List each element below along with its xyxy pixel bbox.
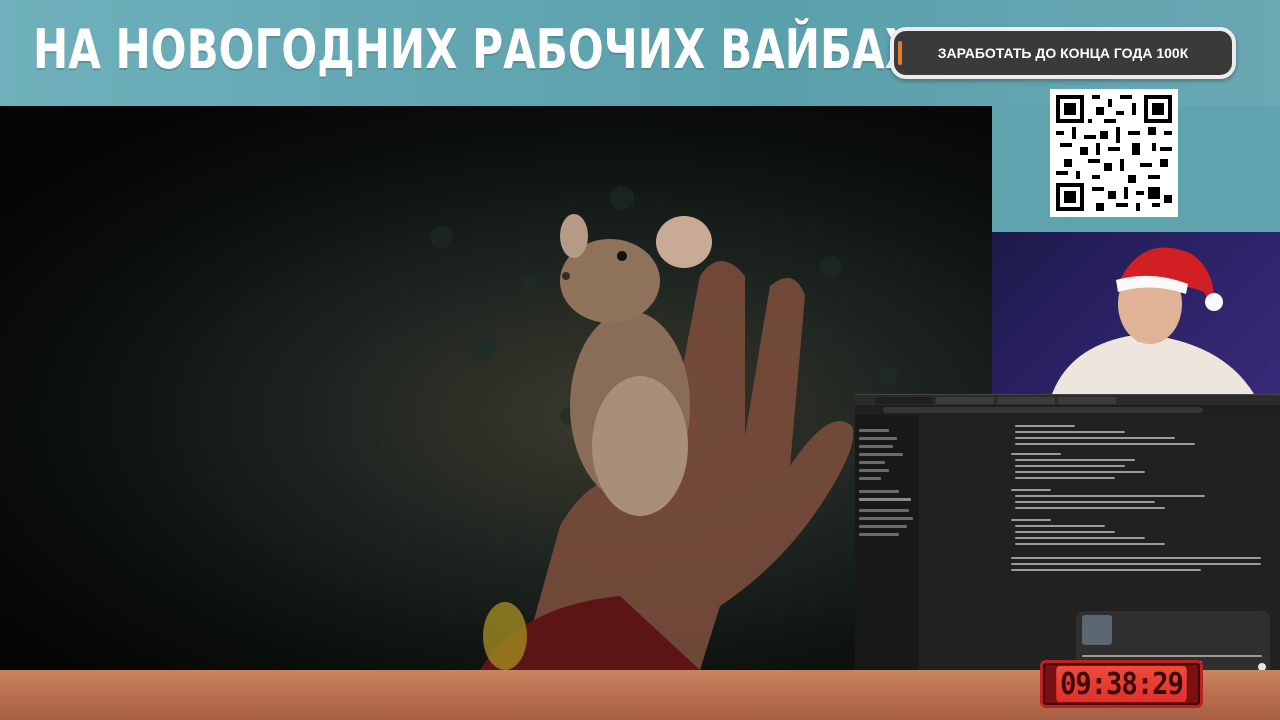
browser-tab	[936, 396, 994, 404]
cta-banner: ЗАРАБОТАТЬ ДО КОНЦА ГОДА 100К	[890, 27, 1236, 79]
webcam-scene	[1052, 247, 1254, 394]
browser-tab	[875, 396, 933, 404]
video-player	[0, 106, 992, 670]
screen-share	[855, 394, 1280, 670]
qr-code-icon	[1050, 89, 1178, 217]
browser-tab	[1058, 396, 1116, 404]
attachment-thumbnail	[1082, 615, 1112, 645]
url-field	[883, 407, 1203, 413]
webcam-feed	[992, 232, 1280, 394]
browser-tab	[997, 396, 1055, 404]
countdown-timer: 09:38:29	[1040, 660, 1203, 708]
browser-tabbar	[855, 395, 1280, 405]
stream-title: НА НОВОГОДНИХ РАБОЧИХ ВАЙБАХ	[33, 18, 918, 81]
address-bar	[855, 405, 1280, 415]
chat-sidebar	[855, 415, 919, 670]
timer-value: 09:38:29	[1056, 666, 1187, 702]
send-icon	[1258, 663, 1266, 670]
video-scene	[480, 214, 854, 670]
chat-panel	[919, 415, 1280, 670]
